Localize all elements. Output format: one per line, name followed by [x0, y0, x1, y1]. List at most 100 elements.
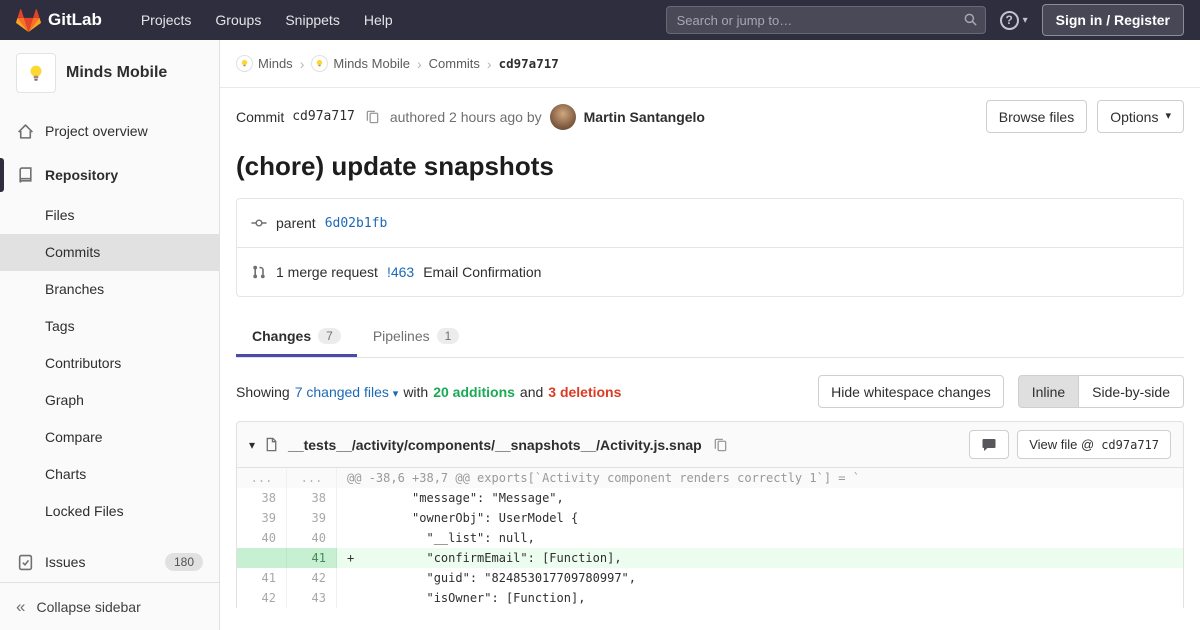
- diff-code-row: 38 38 "message": "Message",: [237, 488, 1183, 508]
- sidebar-item-commits[interactable]: Commits: [0, 234, 219, 271]
- commit-info-box: parent 6d02b1fb 1 merge request !463 Ema…: [236, 198, 1184, 297]
- issues-icon: [16, 554, 34, 571]
- sidebar-item-graph[interactable]: Graph: [0, 382, 219, 419]
- sidebar-item-issues[interactable]: Issues 180: [0, 540, 219, 584]
- options-label: Options: [1110, 108, 1159, 125]
- nav-item-groups[interactable]: Groups: [204, 6, 272, 34]
- author-avatar[interactable]: [549, 103, 576, 130]
- inline-view-button[interactable]: Inline: [1017, 375, 1080, 408]
- search-input[interactable]: [665, 6, 986, 34]
- old-line-number[interactable]: [237, 548, 287, 568]
- old-line-number[interactable]: 40: [237, 528, 287, 548]
- commit-page-content: Commit cd97a717 authored 2 hours ago by …: [220, 100, 1200, 608]
- sidebar-item-locked-files[interactable]: Locked Files: [0, 493, 219, 530]
- diff-text: "ownerObj": UserModel {: [354, 511, 579, 525]
- code-line: "isOwner": [Function],: [337, 588, 1183, 608]
- breadcrumb-project-link[interactable]: Minds Mobile: [333, 56, 410, 71]
- commit-sha: cd97a717: [292, 109, 355, 124]
- old-line-number[interactable]: 39: [237, 508, 287, 528]
- hunk-header-text: @@ -38,6 +38,7 @@ exports[`Activity comp…: [337, 468, 1183, 488]
- copy-commit-sha-button[interactable]: [363, 107, 382, 126]
- home-icon: [16, 123, 34, 140]
- merge-request-text: 1 merge request: [276, 264, 378, 280]
- diff-summary-row: Showing 7 changed files ▾ with 20 additi…: [236, 375, 1184, 408]
- old-line-number[interactable]: 41: [237, 568, 287, 588]
- file-path-link[interactable]: __tests__/activity/components/__snapshot…: [288, 437, 702, 453]
- commit-meta-row: Commit cd97a717 authored 2 hours ago by …: [236, 100, 1184, 133]
- new-line-number[interactable]: 39: [287, 508, 337, 528]
- view-file-sha: cd97a717: [1101, 437, 1159, 452]
- old-line-number[interactable]: 42: [237, 588, 287, 608]
- diff-added-row: 41 + "confirmEmail": [Function],: [237, 548, 1183, 568]
- breadcrumb-group[interactable]: Minds: [236, 55, 293, 72]
- browse-files-button[interactable]: Browse files: [985, 100, 1088, 133]
- sign-in-register-button[interactable]: Sign in / Register: [1041, 4, 1184, 36]
- merge-request-row: 1 merge request !463 Email Confirmation: [237, 247, 1183, 296]
- merge-request-title: Email Confirmation: [423, 264, 542, 280]
- sidebar-item-label: Project overview: [45, 123, 148, 139]
- side-by-side-view-button[interactable]: Side-by-side: [1079, 375, 1184, 408]
- changed-files-dropdown[interactable]: 7 changed files ▾: [295, 384, 399, 400]
- diff-text: "confirmEmail": [Function],: [354, 551, 622, 565]
- project-avatar-lightbulb-icon: [16, 53, 56, 93]
- sidebar-item-branches[interactable]: Branches: [0, 271, 219, 308]
- brand-wordmark: GitLab: [48, 10, 102, 29]
- sidebar-item-contributors[interactable]: Contributors: [0, 345, 219, 382]
- tab-pipelines[interactable]: Pipelines 1: [357, 317, 476, 357]
- author-name-link[interactable]: Martin Santangelo: [584, 109, 705, 125]
- tanuki-icon: [16, 8, 41, 32]
- tab-pipelines-label: Pipelines: [372, 328, 430, 344]
- diff-text: "guid": "824853017709780997",: [354, 571, 636, 585]
- view-file-button[interactable]: View file @ cd97a717: [1017, 430, 1171, 459]
- merge-request-ref-link[interactable]: !463: [387, 264, 414, 280]
- diff-code-row: 41 42 "guid": "824853017709780997",: [237, 568, 1183, 588]
- parent-sha-link[interactable]: 6d02b1fb: [325, 216, 388, 231]
- old-line-number[interactable]: 38: [237, 488, 287, 508]
- tab-changes[interactable]: Changes 7: [236, 317, 357, 357]
- new-line-number[interactable]: 43: [287, 588, 337, 608]
- sidebar-item-files[interactable]: Files: [0, 197, 219, 234]
- gitlab-logo[interactable]: GitLab: [16, 8, 102, 32]
- sidebar-item-charts[interactable]: Charts: [0, 456, 219, 493]
- sidebar-item-compare[interactable]: Compare: [0, 419, 219, 456]
- additions-count: 20 additions: [433, 383, 515, 400]
- new-line-number[interactable]: 42: [287, 568, 337, 588]
- code-line: "__list": null,: [337, 528, 1183, 548]
- new-line-number[interactable]: 38: [287, 488, 337, 508]
- project-header[interactable]: Minds Mobile: [0, 40, 219, 103]
- options-dropdown-button[interactable]: Options ▾: [1097, 100, 1184, 133]
- commit-tabs: Changes 7 Pipelines 1: [236, 317, 1184, 358]
- navbar-right: ? ▾ Sign in / Register: [665, 4, 1184, 36]
- sidebar-item-repository[interactable]: Repository: [0, 153, 219, 197]
- new-line-number[interactable]: 41: [287, 548, 337, 568]
- hide-whitespace-button[interactable]: Hide whitespace changes: [818, 375, 1004, 408]
- new-line-number[interactable]: 40: [287, 528, 337, 548]
- toggle-comments-button[interactable]: [969, 430, 1010, 459]
- diff-code-row: 39 39 "ownerObj": UserModel {: [237, 508, 1183, 528]
- diff-mode-toggle: Inline Side-by-side: [1017, 375, 1184, 408]
- collapse-sidebar-button[interactable]: « Collapse sidebar: [0, 582, 219, 630]
- page-layout: Minds Mobile Project overview Repository…: [0, 40, 1200, 630]
- code-line-added: + "confirmEmail": [Function],: [337, 548, 1183, 568]
- sidebar-item-project-overview[interactable]: Project overview: [0, 109, 219, 153]
- sidebar-item-tags[interactable]: Tags: [0, 308, 219, 345]
- diff-code-row: 42 43 "isOwner": [Function],: [237, 588, 1183, 608]
- nav-item-help[interactable]: Help: [353, 6, 404, 34]
- copy-file-path-button[interactable]: [711, 435, 730, 454]
- breadcrumb-project[interactable]: Minds Mobile: [311, 55, 410, 72]
- new-line-number: ...: [287, 468, 337, 488]
- breadcrumb-commits-link[interactable]: Commits: [429, 56, 480, 71]
- showing-label: Showing: [236, 383, 290, 400]
- help-dropdown[interactable]: ? ▾: [999, 10, 1028, 30]
- breadcrumb-group-link[interactable]: Minds: [258, 56, 293, 71]
- merge-request-icon: [251, 264, 267, 280]
- code-line: "guid": "824853017709780997",: [337, 568, 1183, 588]
- project-avatar-lightbulb-icon: [311, 55, 329, 72]
- breadcrumb-separator-icon: ›: [416, 55, 422, 72]
- chevron-down-icon: ▾: [1022, 14, 1028, 26]
- collapse-diff-caret-icon[interactable]: ▾: [249, 438, 255, 452]
- nav-item-snippets[interactable]: Snippets: [274, 6, 350, 34]
- chevron-down-icon: ▾: [1165, 110, 1171, 122]
- diff-view-controls: Hide whitespace changes Inline Side-by-s…: [818, 375, 1184, 408]
- nav-item-projects[interactable]: Projects: [130, 6, 203, 34]
